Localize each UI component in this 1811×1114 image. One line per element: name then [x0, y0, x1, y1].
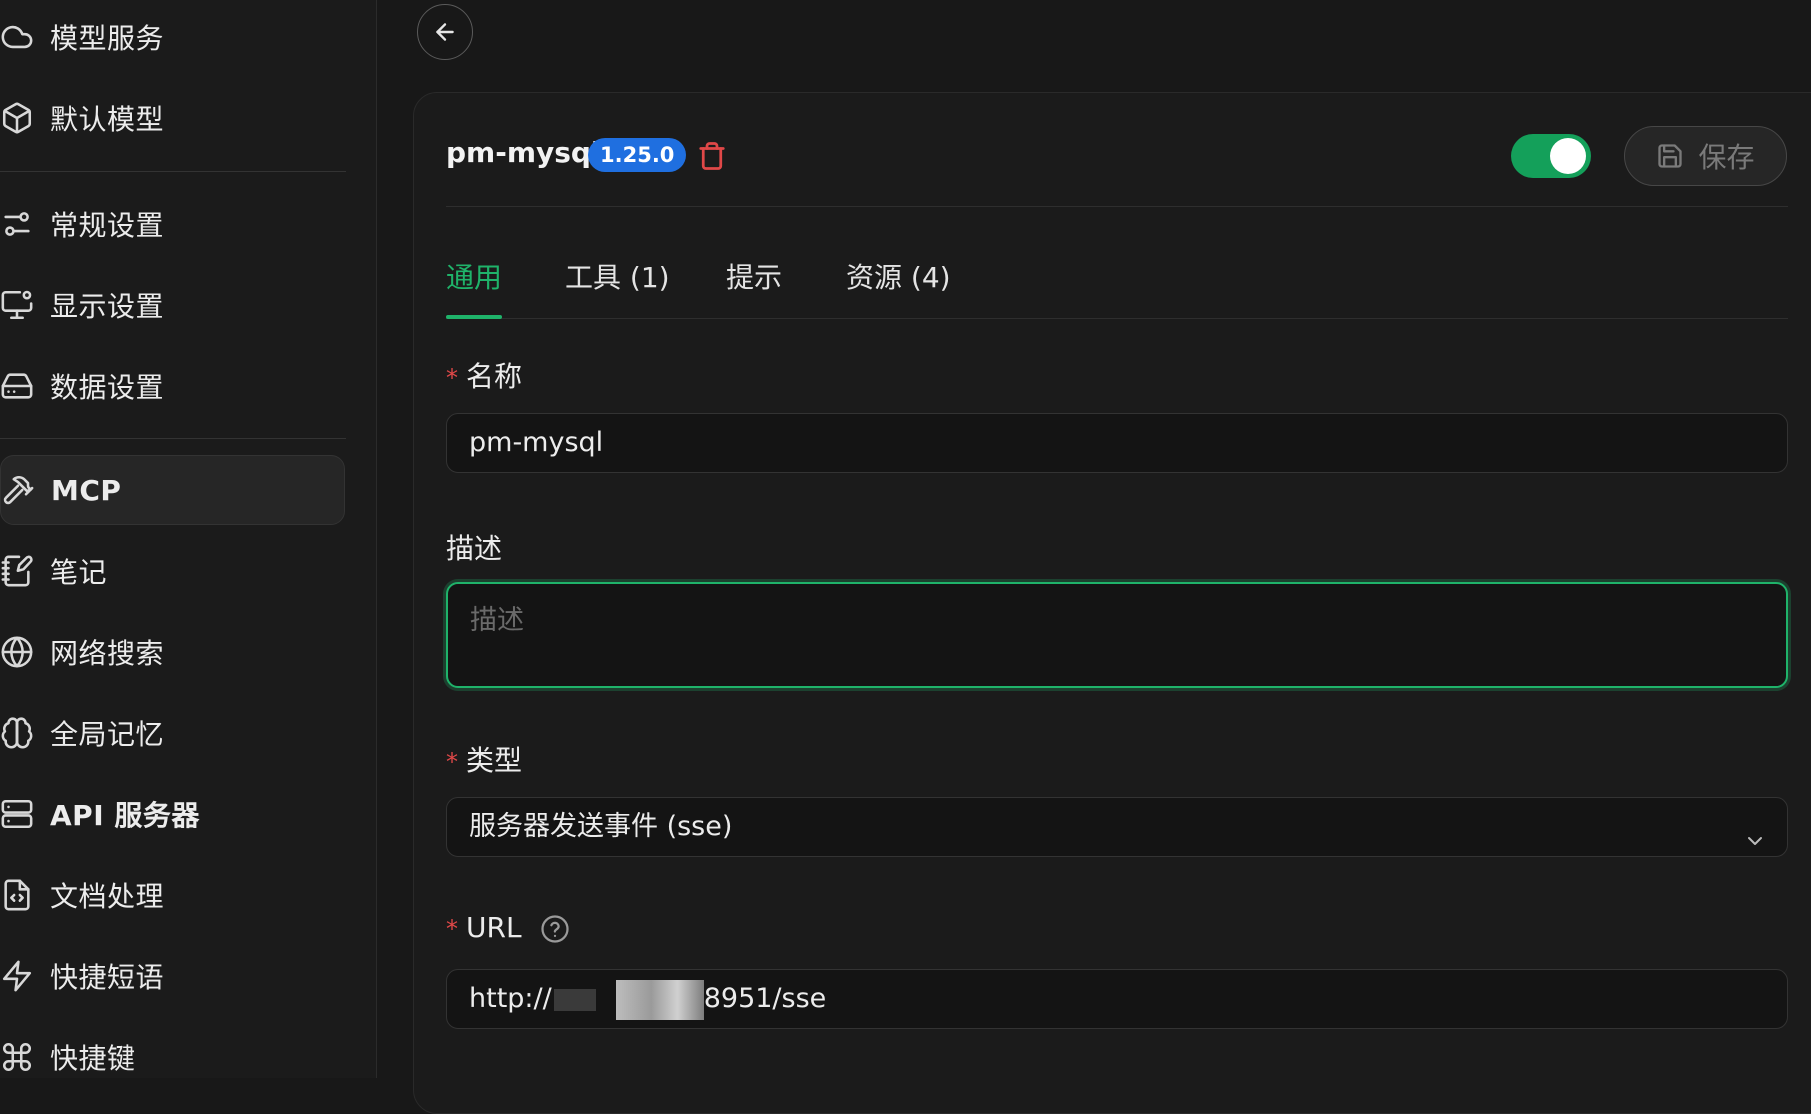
sidebar-item-label: API 服务器: [50, 799, 200, 832]
tab-label: 资源 (4): [846, 261, 951, 294]
globe-icon: [0, 635, 34, 669]
tab-label: 工具 (1): [565, 261, 670, 294]
server-name: pm-mysql: [446, 136, 601, 169]
sidebar-item-web-search[interactable]: 网络搜索: [0, 617, 345, 687]
sidebar-item-notes[interactable]: 笔记: [0, 536, 345, 606]
type-select-value: 服务器发送事件 (sse): [469, 811, 733, 842]
sidebar-item-display-settings[interactable]: 显示设置: [0, 270, 345, 340]
sidebar-item-label: 笔记: [50, 556, 108, 589]
save-button[interactable]: 保存: [1624, 126, 1787, 186]
sidebar-item-label: 默认模型: [50, 103, 165, 136]
sidebar-item-general-settings[interactable]: 常规设置: [0, 189, 345, 259]
sidebar-item-label: MCP: [51, 473, 122, 507]
tab-label: 通用: [446, 261, 503, 294]
required-mark: *: [446, 748, 458, 776]
tab-prompts[interactable]: 提示: [726, 256, 782, 296]
sidebar-item-api-server[interactable]: API 服务器: [0, 779, 345, 849]
sidebar-divider: [0, 438, 346, 439]
sidebar-item-shortcuts[interactable]: 快捷键: [0, 1022, 345, 1092]
url-input[interactable]: http:// 8951/sse: [446, 969, 1788, 1029]
tab-resources[interactable]: 资源 (4): [846, 256, 951, 296]
header-divider: [446, 206, 1788, 207]
required-mark: *: [446, 915, 458, 943]
name-label-text: 名称: [466, 360, 523, 393]
notebook-pen-icon: [0, 554, 34, 588]
cloud-icon: [0, 20, 34, 54]
back-button[interactable]: [417, 4, 473, 60]
sidebar-item-label: 全局记忆: [50, 718, 165, 751]
url-prefix: http://: [469, 983, 552, 1014]
sidebar-item-label: 网络搜索: [50, 637, 165, 670]
arrow-left-icon: [436, 23, 454, 41]
command-icon: [0, 1040, 34, 1074]
name-label: * 名称: [446, 355, 522, 395]
redacted-region: [615, 979, 704, 1020]
active-tab-indicator: [446, 315, 502, 319]
sidebar-item-label: 模型服务: [50, 22, 165, 55]
version-badge: 1.25.0: [588, 138, 687, 172]
sidebar-item-label: 文档处理: [50, 880, 165, 913]
file-code-icon: [0, 878, 34, 912]
url-label-text: URL: [466, 911, 522, 944]
sidebar-item-label: 快捷键: [50, 1042, 136, 1075]
type-label-text: 类型: [466, 744, 523, 777]
sidebar-item-document-processing[interactable]: 文档处理: [0, 860, 345, 930]
brain-icon: [0, 716, 34, 750]
help-icon[interactable]: [540, 914, 570, 944]
required-mark: *: [446, 364, 458, 392]
chevron-down-icon: [1743, 816, 1767, 845]
cube-icon: [0, 101, 34, 135]
toggle-knob: [1550, 138, 1586, 174]
type-label: * 类型: [446, 739, 522, 779]
name-input[interactable]: pm-mysql: [446, 413, 1788, 473]
sidebar-item-label: 快捷短语: [50, 961, 165, 994]
description-label: 描述: [446, 532, 503, 565]
description-input[interactable]: [446, 582, 1788, 688]
sidebar-item-default-model[interactable]: 默认模型: [0, 83, 345, 153]
sidebar-item-mcp[interactable]: MCP: [0, 455, 345, 525]
zap-icon: [0, 959, 34, 993]
sidebar-item-data-settings[interactable]: 数据设置: [0, 351, 345, 421]
type-select[interactable]: 服务器发送事件 (sse): [446, 797, 1788, 857]
url-suffix: 8951/sse: [703, 983, 827, 1014]
sidebar-item-label: 显示设置: [50, 290, 165, 323]
monitor-settings-icon: [0, 288, 34, 322]
save-icon: [1658, 144, 1683, 168]
tab-bar: 通用 工具 (1) 提示 资源 (4): [446, 250, 1788, 319]
server-icon: [0, 797, 34, 831]
hammer-icon: [1, 473, 35, 507]
sidebar-item-quick-phrases[interactable]: 快捷短语: [0, 941, 345, 1011]
tab-tools[interactable]: 工具 (1): [565, 256, 670, 296]
redacted-region: [553, 988, 596, 1011]
tab-label: 提示: [726, 261, 783, 294]
trash-icon: [699, 142, 725, 170]
sidebar-item-label: 常规设置: [50, 209, 165, 242]
sidebar-item-label: 数据设置: [50, 371, 165, 404]
settings-sidebar: 模型服务 默认模型 常规设置 显示设置 数据设置 MCP 笔记 网络搜索 全局记…: [0, 0, 377, 1078]
hard-drive-icon: [0, 369, 34, 403]
sliders-icon: [0, 207, 34, 241]
enable-toggle[interactable]: [1511, 134, 1591, 178]
tab-general[interactable]: 通用: [446, 256, 502, 296]
delete-button[interactable]: [697, 140, 727, 172]
sidebar-item-model-service[interactable]: 模型服务: [0, 2, 345, 72]
sidebar-item-global-memory[interactable]: 全局记忆: [0, 698, 345, 768]
sidebar-divider: [0, 171, 346, 172]
save-label: 保存: [1698, 141, 1755, 174]
url-label: * URL: [446, 911, 570, 944]
